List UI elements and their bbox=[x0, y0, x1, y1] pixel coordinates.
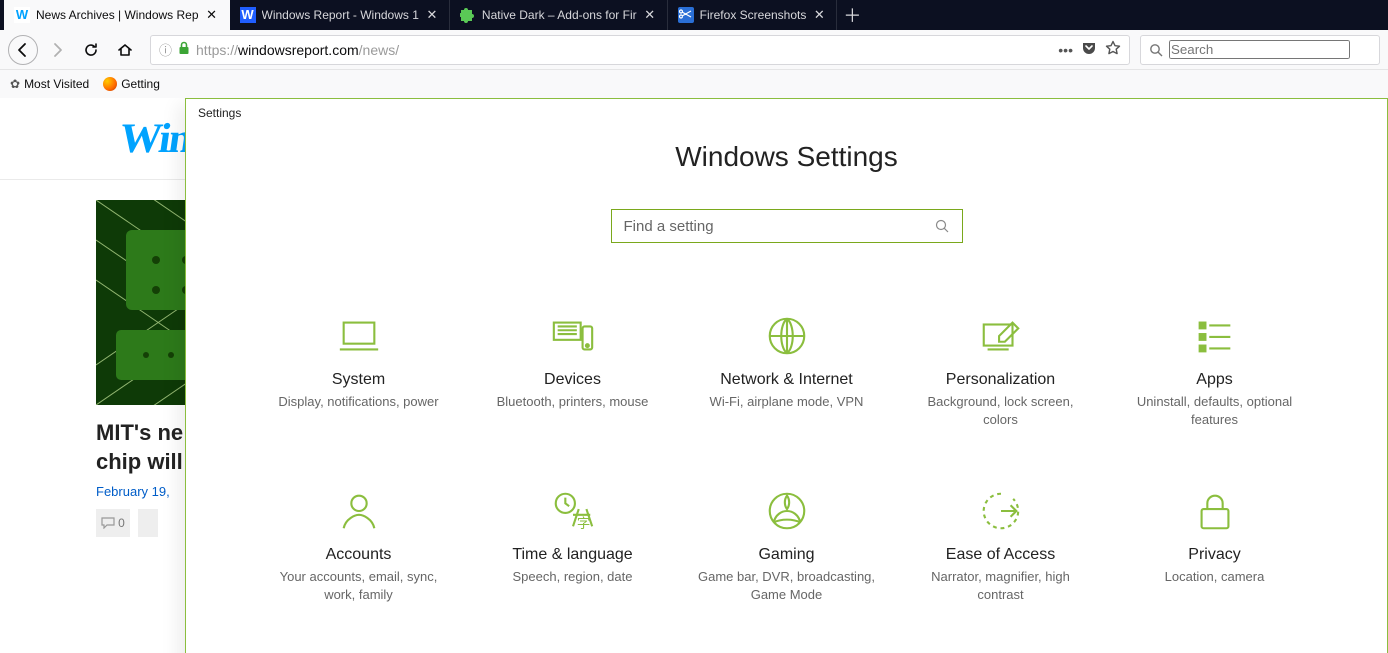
settings-titlebar[interactable]: Settings bbox=[186, 99, 1387, 127]
category-desc: Display, notifications, power bbox=[278, 393, 438, 411]
close-icon[interactable]: ✕ bbox=[643, 8, 657, 22]
bookmark-getting-started[interactable]: Getting bbox=[103, 77, 160, 91]
favicon-scissors-icon bbox=[678, 7, 694, 23]
account-icon bbox=[336, 488, 382, 534]
category-name: Time & language bbox=[512, 546, 632, 564]
bookmark-most-visited[interactable]: ✿ Most Visited bbox=[10, 77, 89, 91]
category-desc: Game bar, DVR, broadcasting, Game Mode bbox=[697, 568, 877, 603]
favicon-wr-icon: W bbox=[240, 7, 256, 23]
globe-icon bbox=[764, 313, 810, 359]
nav-toolbar: ⓘ https://windowsreport.com/news/ ••• bbox=[0, 30, 1388, 70]
gear-icon: ✿ bbox=[10, 77, 20, 91]
tab-strip: W News Archives | Windows Rep ✕ W Window… bbox=[0, 0, 1388, 30]
category-apps[interactable]: Apps Uninstall, defaults, optional featu… bbox=[1125, 313, 1305, 428]
tab-windows-report[interactable]: W Windows Report - Windows 1 ✕ bbox=[230, 0, 450, 30]
tab-label: Native Dark – Add-ons for Fir bbox=[482, 8, 637, 22]
category-network[interactable]: Network & Internet Wi-Fi, airplane mode,… bbox=[697, 313, 877, 428]
forward-button[interactable] bbox=[42, 35, 72, 65]
search-icon bbox=[1149, 43, 1163, 57]
category-name: Devices bbox=[544, 371, 601, 389]
bookmark-star-icon[interactable] bbox=[1105, 40, 1121, 59]
close-icon[interactable]: ✕ bbox=[425, 8, 439, 22]
privacy-icon bbox=[1192, 488, 1238, 534]
search-input[interactable] bbox=[1169, 40, 1350, 59]
reload-button[interactable] bbox=[76, 35, 106, 65]
search-icon bbox=[934, 218, 950, 234]
category-name: Accounts bbox=[326, 546, 392, 564]
category-desc: Background, lock screen, colors bbox=[911, 393, 1091, 428]
tab-label: News Archives | Windows Rep bbox=[36, 8, 199, 22]
svg-text:字: 字 bbox=[576, 516, 589, 531]
more-actions-icon[interactable]: ••• bbox=[1058, 42, 1073, 58]
tab-news-archives[interactable]: W News Archives | Windows Rep ✕ bbox=[4, 0, 230, 30]
settings-categories: System Display, notifications, power Dev… bbox=[262, 313, 1312, 603]
favicon-wr-icon: W bbox=[14, 7, 30, 23]
category-accounts[interactable]: Accounts Your accounts, email, sync, wor… bbox=[269, 488, 449, 603]
new-tab-button[interactable]: ＋ bbox=[837, 0, 867, 30]
category-name: Privacy bbox=[1188, 546, 1240, 564]
tab-firefox-screenshots[interactable]: Firefox Screenshots ✕ bbox=[668, 0, 838, 30]
category-desc: Your accounts, email, sync, work, family bbox=[269, 568, 449, 603]
close-icon[interactable]: ✕ bbox=[812, 8, 826, 22]
share-button[interactable] bbox=[138, 509, 158, 537]
comment-count[interactable]: 0 bbox=[96, 509, 130, 537]
back-button[interactable] bbox=[8, 35, 38, 65]
category-name: System bbox=[332, 371, 385, 389]
category-gaming[interactable]: Gaming Game bar, DVR, broadcasting, Game… bbox=[697, 488, 877, 603]
category-desc: Uninstall, defaults, optional features bbox=[1125, 393, 1305, 428]
apps-icon bbox=[1192, 313, 1238, 359]
search-box[interactable] bbox=[1140, 35, 1380, 65]
settings-window: Settings Windows Settings System Display… bbox=[185, 98, 1388, 653]
favicon-puzzle-icon bbox=[460, 7, 476, 23]
address-bar[interactable]: ⓘ https://windowsreport.com/news/ ••• bbox=[150, 35, 1130, 65]
category-system[interactable]: System Display, notifications, power bbox=[269, 313, 449, 428]
gaming-icon bbox=[764, 488, 810, 534]
category-desc: Bluetooth, printers, mouse bbox=[497, 393, 649, 411]
category-desc: Speech, region, date bbox=[513, 568, 633, 586]
tab-native-dark[interactable]: Native Dark – Add-ons for Fir ✕ bbox=[450, 0, 668, 30]
category-personalization[interactable]: Personalization Background, lock screen,… bbox=[911, 313, 1091, 428]
bookmark-label: Most Visited bbox=[24, 77, 89, 91]
firefox-icon bbox=[103, 77, 117, 91]
time-lang-icon: 字 bbox=[550, 488, 596, 534]
identity-info-icon[interactable]: ⓘ bbox=[159, 40, 172, 59]
home-button[interactable] bbox=[110, 35, 140, 65]
category-name: Network & Internet bbox=[720, 371, 853, 389]
category-time-language[interactable]: 字 Time & language Speech, region, date bbox=[483, 488, 663, 603]
category-name: Personalization bbox=[946, 371, 1055, 389]
url-text: https://windowsreport.com/news/ bbox=[196, 42, 1052, 58]
close-icon[interactable]: ✕ bbox=[205, 8, 219, 22]
tab-label: Windows Report - Windows 1 bbox=[262, 8, 419, 22]
category-desc: Narrator, magnifier, high contrast bbox=[911, 568, 1091, 603]
site-logo[interactable]: Win bbox=[117, 115, 194, 163]
bookmarks-toolbar: ✿ Most Visited Getting bbox=[0, 70, 1388, 98]
settings-heading: Windows Settings bbox=[675, 141, 898, 173]
ease-icon bbox=[978, 488, 1024, 534]
devices-icon bbox=[550, 313, 596, 359]
category-desc: Wi-Fi, airplane mode, VPN bbox=[710, 393, 864, 411]
laptop-icon bbox=[336, 313, 382, 359]
settings-search-input[interactable] bbox=[624, 218, 934, 235]
bookmark-label: Getting bbox=[121, 77, 160, 91]
category-name: Apps bbox=[1196, 371, 1232, 389]
tab-label: Firefox Screenshots bbox=[700, 8, 807, 22]
lock-icon bbox=[178, 41, 190, 58]
category-ease-of-access[interactable]: Ease of Access Narrator, magnifier, high… bbox=[911, 488, 1091, 603]
category-name: Ease of Access bbox=[946, 546, 1055, 564]
category-privacy[interactable]: Privacy Location, camera bbox=[1125, 488, 1305, 603]
personalize-icon bbox=[978, 313, 1024, 359]
category-desc: Location, camera bbox=[1165, 568, 1265, 586]
settings-search[interactable] bbox=[611, 209, 963, 243]
pocket-icon[interactable] bbox=[1081, 40, 1097, 59]
category-devices[interactable]: Devices Bluetooth, printers, mouse bbox=[483, 313, 663, 428]
category-name: Gaming bbox=[758, 546, 814, 564]
settings-app-title: Settings bbox=[198, 106, 241, 120]
